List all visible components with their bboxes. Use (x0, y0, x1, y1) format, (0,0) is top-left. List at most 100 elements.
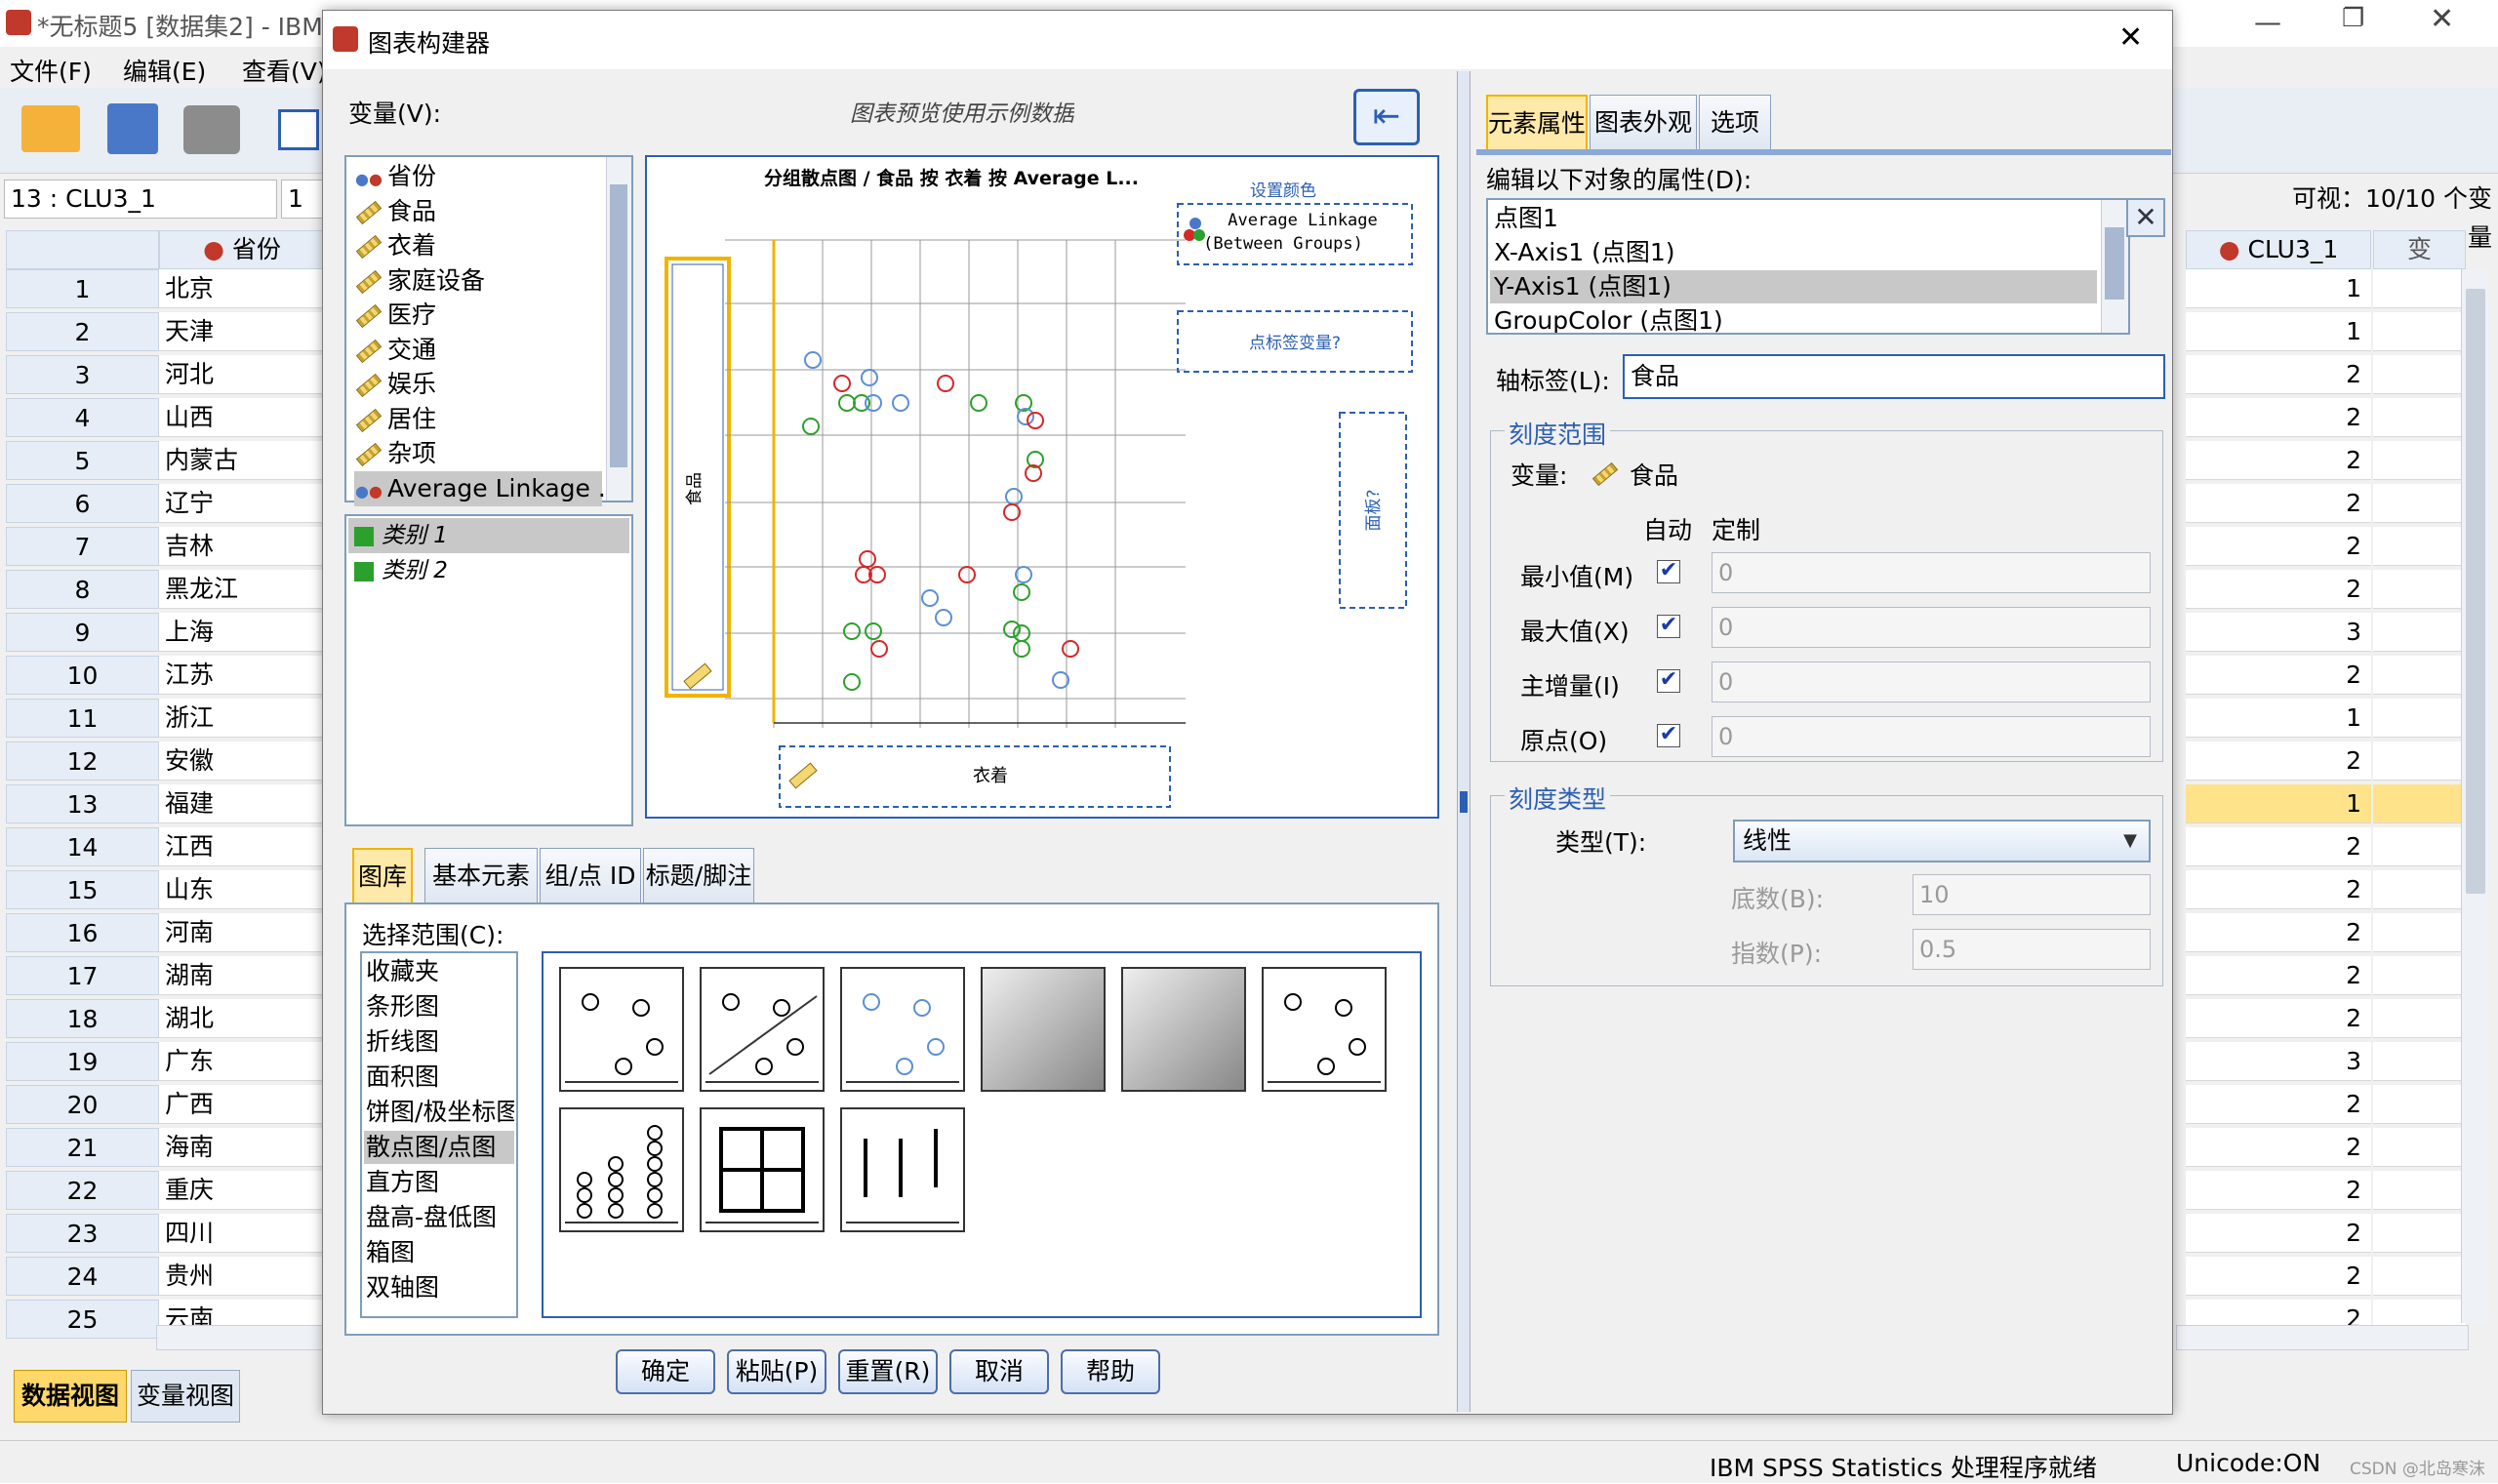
horizontal-scrollbar-left[interactable] (156, 1325, 332, 1350)
horizontal-scrollbar-right[interactable] (2176, 1325, 2469, 1350)
cell-province[interactable]: 辽宁 (159, 484, 325, 523)
row-number[interactable]: 15 (6, 870, 159, 909)
chart-type-item[interactable]: 直方图 (364, 1166, 514, 1199)
variable-item[interactable]: 食品 (354, 194, 436, 229)
variable-list-scrollbar[interactable] (606, 157, 631, 501)
object-list-item[interactable]: GroupColor (点图1) (1490, 304, 2097, 333)
object-list[interactable]: 点图1 X-Axis1 (点图1) Y-Axis1 (点图1) GroupColor … (1486, 198, 2130, 335)
cell-partial[interactable] (2373, 1214, 2466, 1253)
menu-edit[interactable]: 编辑(E) (123, 53, 206, 88)
cell-clu3[interactable]: 2 (2186, 398, 2371, 437)
column-header-partial[interactable]: 变 (2373, 230, 2466, 269)
cell-clu3[interactable]: 2 (2186, 1171, 2371, 1210)
simple-dot-icon[interactable] (559, 1107, 684, 1232)
cell-partial[interactable] (2373, 742, 2466, 781)
tab-gallery[interactable]: 图库 (352, 848, 413, 902)
cell-partial[interactable] (2373, 913, 2466, 952)
row-number[interactable]: 10 (6, 656, 159, 695)
print-icon[interactable] (183, 105, 240, 154)
custom-value-input[interactable]: 0 (1712, 716, 2151, 757)
cell-province[interactable]: 福建 (159, 784, 325, 823)
cell-clu3[interactable]: 2 (2186, 742, 2371, 781)
object-list-item[interactable]: 点图1 (1490, 202, 2097, 235)
chart-type-item[interactable]: 折线图 (364, 1025, 514, 1059)
cell-province[interactable]: 重庆 (159, 1171, 325, 1210)
cell-clu3[interactable]: 1 (2186, 269, 2371, 308)
cell-partial[interactable] (2373, 355, 2466, 394)
variable-item[interactable]: 娱乐 (354, 367, 436, 402)
cancel-button[interactable]: 取消 (949, 1349, 1049, 1394)
row-number[interactable]: 24 (6, 1257, 159, 1296)
grouped-scatter-icon[interactable] (840, 967, 965, 1092)
cell-province[interactable]: 天津 (159, 312, 325, 351)
variable-item[interactable]: ●● Average Linkage ... (354, 470, 622, 506)
row-number[interactable]: 8 (6, 570, 159, 609)
row-number[interactable]: 17 (6, 956, 159, 995)
cell-province[interactable]: 上海 (159, 613, 325, 652)
cell-province[interactable]: 湖南 (159, 956, 325, 995)
cell-partial[interactable] (2373, 1042, 2466, 1081)
cell-province[interactable]: 四川 (159, 1214, 325, 1253)
scale-type-select[interactable]: 线性 ▼ (1733, 820, 2151, 862)
cell-clu3[interactable]: 2 (2186, 1128, 2371, 1167)
delete-element-icon[interactable]: ✕ (2126, 198, 2165, 237)
variable-list[interactable]: ●● 省份 食品 衣着 家庭设备 医疗 交通 娱乐 居住 杂项 ●● Average Linkage … (344, 155, 633, 506)
object-list-item[interactable]: X-Axis1 (点图1) (1490, 236, 2097, 269)
cell-clu3[interactable]: 2 (2186, 1257, 2371, 1296)
row-number[interactable]: 7 (6, 527, 159, 566)
menu-view[interactable]: 查看(V) (242, 53, 327, 88)
save-icon[interactable] (107, 103, 158, 154)
chart-type-item[interactable]: 盘高-盘低图 (364, 1201, 514, 1234)
cell-partial[interactable] (2373, 613, 2466, 652)
cell-province[interactable]: 江苏 (159, 656, 325, 695)
chart-type-item[interactable]: 面积图 (364, 1061, 514, 1094)
variable-item[interactable]: 衣着 (354, 228, 436, 263)
cell-province[interactable]: 海南 (159, 1128, 325, 1167)
axis-label-input[interactable]: 食品 (1623, 354, 2165, 399)
row-number[interactable]: 21 (6, 1128, 159, 1167)
cell-partial[interactable] (2373, 999, 2466, 1038)
cell-partial[interactable] (2373, 784, 2466, 823)
chart-type-item[interactable]: 散点图/点图 (364, 1131, 514, 1164)
open-folder-icon[interactable] (21, 105, 80, 152)
cell-partial[interactable] (2373, 1257, 2466, 1296)
tab-group-point-id[interactable]: 组/点 ID (540, 848, 641, 902)
cell-province[interactable]: 浙江 (159, 699, 325, 738)
object-list-scrollbar[interactable] (2101, 200, 2128, 333)
cell-clu3[interactable]: 2 (2186, 870, 2371, 909)
chart-type-item[interactable]: 饼图/极坐标图 (364, 1096, 514, 1129)
row-number[interactable]: 3 (6, 355, 159, 394)
cell-partial[interactable] (2373, 1085, 2466, 1124)
row-number[interactable]: 6 (6, 484, 159, 523)
close-icon[interactable]: ✕ (2430, 2, 2454, 36)
base-input[interactable]: 10 (1913, 874, 2151, 915)
drop-line-icon[interactable] (840, 1107, 965, 1232)
minimize-icon[interactable]: — (2254, 6, 2281, 38)
cell-province[interactable]: 安徽 (159, 742, 325, 781)
cell-province[interactable]: 江西 (159, 827, 325, 866)
cell-province[interactable]: 吉林 (159, 527, 325, 566)
row-number[interactable]: 13 (6, 784, 159, 823)
auto-checkbox[interactable]: ✔ (1657, 724, 1680, 747)
restore-icon[interactable]: ❐ (2342, 4, 2364, 33)
row-number[interactable]: 5 (6, 441, 159, 480)
chart-type-item[interactable]: 收藏夹 (364, 955, 514, 988)
chart-type-list[interactable]: 收藏夹 条形图 折线图 面积图 饼图/极坐标图 散点图/点图 直方图 盘高-盘低图 箱图 双轴图 (360, 951, 518, 1318)
custom-value-input[interactable]: 0 (1712, 552, 2151, 593)
cell-clu3[interactable]: 2 (2186, 956, 2371, 995)
cell-partial[interactable] (2373, 656, 2466, 695)
cell-province[interactable]: 广西 (159, 1085, 325, 1124)
tab-basic-elements[interactable]: 基本元素 (424, 848, 538, 902)
column-header-clu3[interactable]: ● CLU3_1 (2186, 230, 2371, 269)
scrollbar-thumb[interactable] (2466, 289, 2485, 894)
cell-clu3[interactable]: 2 (2186, 1085, 2371, 1124)
cell-clu3[interactable]: 2 (2186, 827, 2371, 866)
cell-clu3[interactable]: 1 (2186, 784, 2371, 823)
row-number[interactable]: 4 (6, 398, 159, 437)
cell-clu3[interactable]: 3 (2186, 613, 2371, 652)
row-number[interactable]: 18 (6, 999, 159, 1038)
cell-partial[interactable] (2373, 870, 2466, 909)
cell-clu3[interactable]: 2 (2186, 999, 2371, 1038)
cell-province[interactable]: 北京 (159, 269, 325, 308)
cell-partial[interactable] (2373, 441, 2466, 480)
